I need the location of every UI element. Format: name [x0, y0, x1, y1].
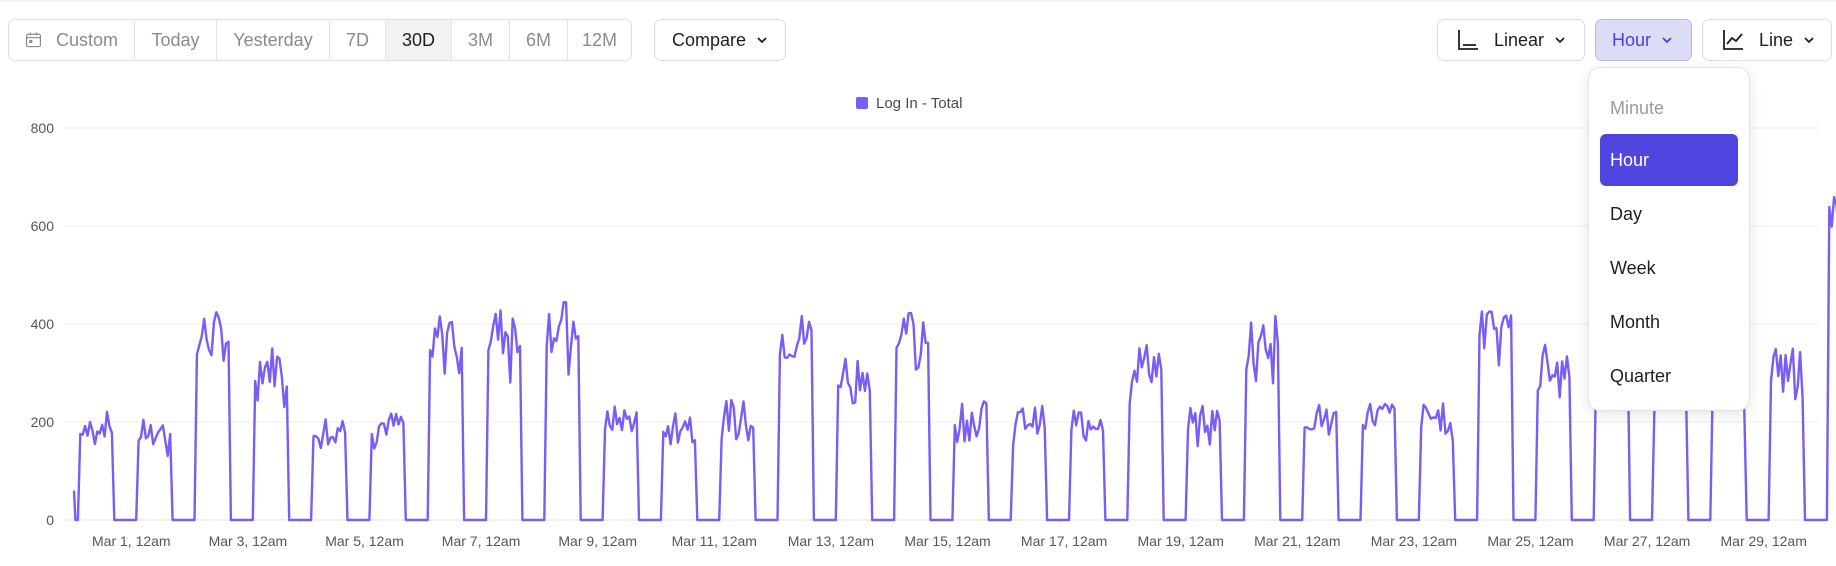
line-chart: 0200400600800 Mar 1, 12am Mar 3, 12am Mar … [31, 95, 1836, 549]
x-tick-label: Mar 5, 12am [325, 533, 404, 549]
interval-option-label: Day [1610, 203, 1643, 224]
chart-legend: Log In - Total [856, 95, 962, 112]
interval-option-hour[interactable]: Hour [1600, 134, 1738, 186]
interval-option-minute[interactable]: Minute [1600, 82, 1738, 134]
x-tick-label: Mar 17, 12am [1021, 533, 1107, 549]
x-tick-label: Mar 9, 12am [558, 533, 637, 549]
series-line-log-in-total [72, 195, 1836, 522]
interval-option-week[interactable]: Week [1600, 242, 1738, 294]
x-tick-label: Mar 27, 12am [1604, 533, 1690, 549]
x-tick-label: Mar 1, 12am [92, 533, 171, 549]
chart-grid [64, 127, 1818, 521]
y-tick-label: 0 [46, 512, 54, 528]
interval-option-label: Month [1610, 311, 1661, 332]
x-tick-label: Mar 25, 12am [1487, 533, 1573, 549]
y-axis-ticks: 0 200 400 600 800 [31, 120, 55, 528]
y-tick-label: 400 [31, 316, 55, 332]
x-tick-label: Mar 13, 12am [788, 533, 874, 549]
x-tick-label: Mar 11, 12am [672, 533, 757, 549]
x-tick-label: Mar 29, 12am [1721, 533, 1807, 549]
interval-option-month[interactable]: Month [1600, 296, 1738, 348]
interval-option-day[interactable]: Day [1600, 188, 1738, 240]
x-tick-label: Mar 7, 12am [442, 533, 521, 549]
y-tick-label: 200 [31, 414, 55, 430]
y-tick-label: 600 [31, 218, 55, 234]
interval-option-label: Minute [1610, 97, 1665, 118]
x-tick-label: Mar 21, 12am [1254, 533, 1340, 549]
legend-swatch [856, 97, 868, 109]
interval-option-label: Hour [1610, 149, 1650, 170]
x-tick-label: Mar 15, 12am [904, 533, 990, 549]
legend-label: Log In - Total [876, 95, 962, 112]
interval-option-label: Week [1610, 257, 1656, 278]
x-tick-label: Mar 23, 12am [1371, 533, 1457, 549]
x-tick-label: Mar 3, 12am [209, 533, 288, 549]
interval-option-label: Quarter [1610, 365, 1672, 386]
x-tick-label: Mar 19, 12am [1138, 533, 1224, 549]
x-axis-ticks: Mar 1, 12am Mar 3, 12am Mar 5, 12am Mar 7, … [92, 533, 1807, 549]
y-tick-label: 800 [31, 120, 55, 136]
interval-option-quarter[interactable]: Quarter [1600, 350, 1738, 402]
interval-dropdown-menu: Minute Hour Day Week Month Quarter [1588, 67, 1750, 411]
